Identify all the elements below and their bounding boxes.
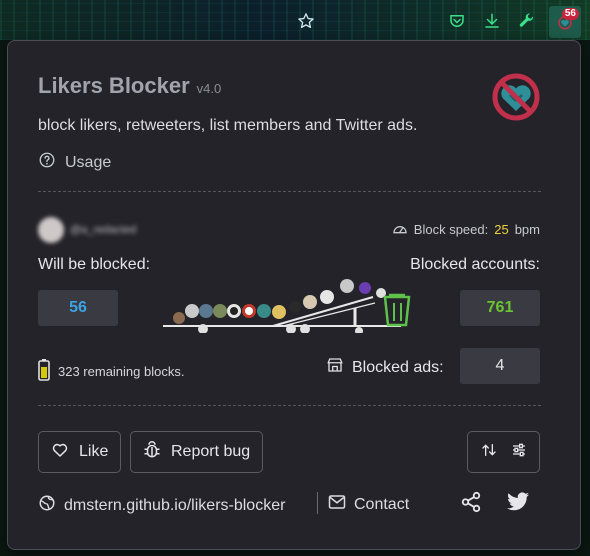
heart-icon (51, 441, 69, 464)
app-version: v4.0 (196, 81, 222, 96)
block-speed-value: 25 (494, 222, 509, 237)
help-circle-icon (38, 151, 56, 174)
wrench-icon[interactable] (516, 10, 538, 32)
report-bug-label: Report bug (171, 443, 251, 460)
usage-link[interactable]: Usage (38, 151, 111, 174)
like-button[interactable]: Like (38, 431, 122, 473)
usage-label: Usage (65, 153, 112, 171)
sort-arrows-icon (481, 442, 497, 463)
extension-badge: 56 (561, 8, 579, 20)
blocking-conveyor-illustration (163, 273, 413, 338)
divider (38, 191, 541, 192)
header: Likers Blocker v4.0 (38, 73, 221, 99)
will-be-blocked-value: 56 (38, 290, 118, 326)
browser-toolbar: 56 (0, 0, 590, 40)
star-icon[interactable] (295, 10, 317, 32)
speedometer-icon (392, 221, 408, 238)
blocked-accounts-label: Blocked accounts: (410, 256, 540, 273)
tagline: block likers, retweeters, list members a… (38, 117, 418, 134)
globe-icon (38, 494, 56, 517)
likers-blocker-popup: Likers Blocker v4.0 block likers, retwee… (7, 40, 581, 550)
block-speed: Block speed: 25 bpm (392, 221, 540, 238)
likers-blocker-logo-icon (490, 71, 542, 128)
battery-icon (38, 359, 50, 384)
user-handle-blurred: @a_redacted (70, 224, 137, 236)
contact-link[interactable]: Contact (328, 494, 409, 515)
remaining-blocks: 323 remaining blocks. (38, 359, 184, 384)
website-label: dmstern.github.io/likers-blocker (64, 496, 286, 514)
store-icon (326, 356, 344, 379)
will-be-blocked-label: Will be blocked: (38, 256, 151, 273)
divider (38, 405, 541, 406)
blocked-ads-value: 4 (460, 348, 540, 384)
sliders-icon (511, 442, 527, 463)
remaining-blocks-text: 323 remaining blocks. (58, 364, 185, 379)
report-bug-button[interactable]: Report bug (130, 431, 264, 473)
blocked-accounts-value: 761 (460, 290, 540, 326)
like-label: Like (79, 443, 109, 460)
block-speed-label: Block speed: (413, 222, 489, 237)
contact-label: Contact (354, 495, 410, 513)
share-icon[interactable] (460, 491, 482, 518)
user-avatar (38, 217, 64, 243)
bug-icon (143, 440, 161, 465)
mail-icon (328, 494, 346, 515)
blocked-ads-label: Blocked ads: (352, 358, 444, 376)
footer-separator (317, 492, 318, 514)
app-title: Likers Blocker (38, 73, 190, 98)
settings-button[interactable] (467, 431, 540, 473)
blocked-ads: Blocked ads: (326, 356, 444, 379)
pocket-icon[interactable] (446, 10, 468, 32)
current-user: @a_redacted (38, 217, 136, 243)
likers-blocker-extension-icon[interactable]: 56 (549, 6, 581, 38)
block-speed-unit: bpm (514, 222, 540, 237)
download-icon[interactable] (481, 10, 503, 32)
twitter-icon[interactable] (506, 491, 530, 518)
website-link[interactable]: dmstern.github.io/likers-blocker (38, 494, 285, 517)
